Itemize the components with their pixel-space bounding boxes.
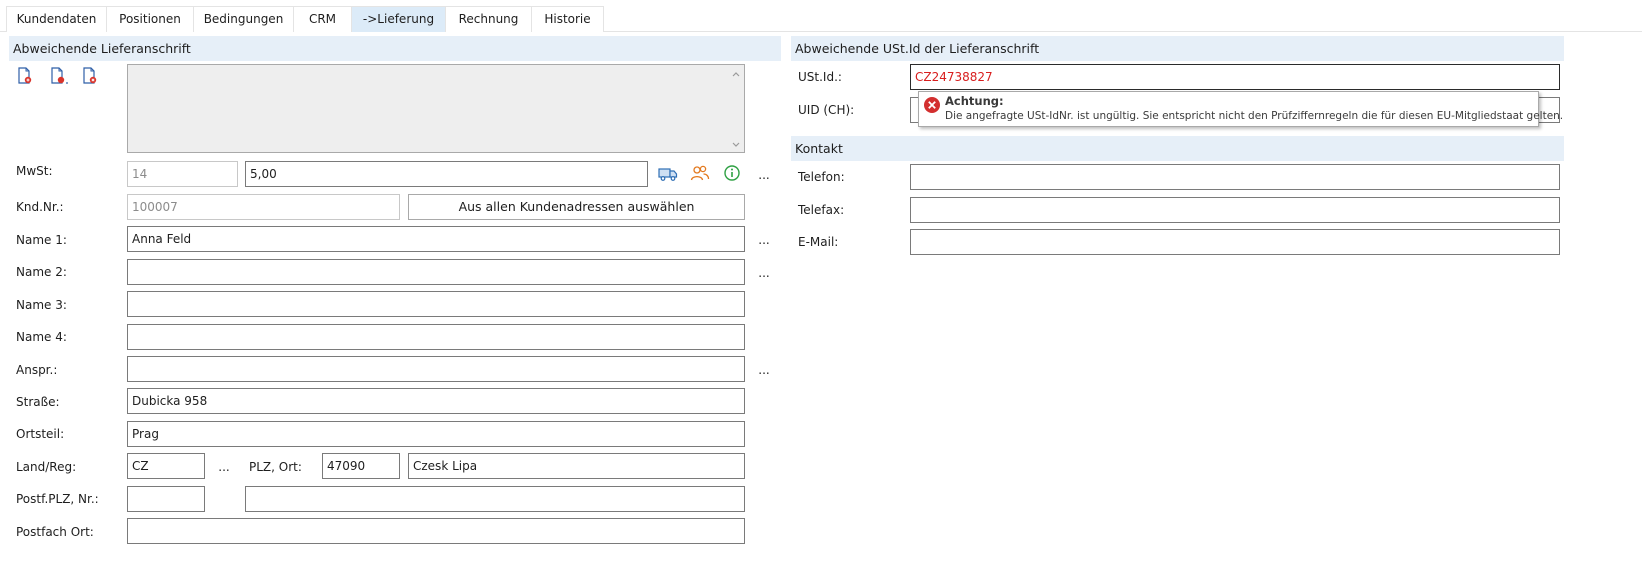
land-more-button[interactable]: ... [217,461,231,476]
section-header-ustid: Abweichende USt.Id der Lieferanschrift [791,36,1564,61]
section-header-kontakt: Kontakt [791,136,1564,161]
document-delete-icon[interactable] [81,67,99,85]
telefax-label: Telefax: [798,203,845,217]
plz-field[interactable]: 47090 [322,453,400,479]
document-edit-icon[interactable] [49,67,69,85]
tab-positionen[interactable]: Positionen [106,6,194,32]
error-icon [923,96,941,114]
kndnr-field[interactable]: 100007 [127,194,400,220]
name3-label: Name 3: [16,298,67,312]
ortsteil-field[interactable]: Prag [127,421,745,447]
landreg-label: Land/Reg: [16,460,77,474]
document-add-icon[interactable] [16,67,34,85]
validation-tooltip: Achtung: Die angefragte USt-IdNr. ist un… [918,91,1563,127]
telefax-field[interactable] [910,197,1560,223]
name1-label: Name 1: [16,233,67,247]
ort-field[interactable]: Czesk Lipa [408,453,745,479]
email-label: E-Mail: [798,235,839,249]
postf-nr-field[interactable] [245,486,745,512]
tab-bedingungen[interactable]: Bedingungen [193,6,294,32]
truck-icon[interactable] [658,165,678,183]
section-header-lieferanschrift: Abweichende Lieferanschrift [9,36,781,61]
telefon-field[interactable] [910,164,1560,190]
tab-historie[interactable]: Historie [531,6,604,32]
mwst-more-button[interactable]: ... [757,169,771,184]
tab-rechnung[interactable]: Rechnung [445,6,532,32]
mwst-label: MwSt: [16,164,53,178]
name2-label: Name 2: [16,265,67,279]
plzort-label: PLZ, Ort: [249,460,302,474]
tab-kundendaten[interactable]: Kundendaten [6,6,107,32]
name3-field[interactable] [127,291,745,317]
scroll-down-icon[interactable] [731,139,741,149]
telefon-label: Telefon: [798,170,845,184]
postf-label: Postf.PLZ, Nr.: [16,492,99,506]
uid-label: UID (CH): [798,103,855,117]
strasse-field[interactable]: Dubicka 958 [127,388,745,414]
anspr-label: Anspr.: [16,363,58,377]
tooltip-message: Die angefragte USt-IdNr. ist ungültig. S… [945,110,1564,122]
name2-field[interactable] [127,259,745,285]
tooltip-title: Achtung: [945,94,1004,108]
postfach-ort-field[interactable] [127,518,745,544]
ustid-label: USt.Id.: [798,70,842,84]
tab-crm[interactable]: CRM [293,6,352,32]
email-field[interactable] [910,229,1560,255]
tab-bar: Kundendaten Positionen Bedingungen CRM -… [0,0,1642,32]
scroll-up-icon[interactable] [731,68,741,78]
name1-field[interactable]: Anna Feld [127,226,745,252]
strasse-label: Straße: [16,395,60,409]
ortsteil-label: Ortsteil: [16,427,65,441]
kndnr-label: Knd.Nr.: [16,200,64,214]
mwst-rate-field[interactable]: 5,00 [245,161,648,187]
tab-lieferung[interactable]: ->Lieferung [351,6,446,32]
land-field[interactable]: CZ [127,453,205,479]
postfach-ort-label: Postfach Ort: [16,525,94,539]
anspr-more-button[interactable]: ... [757,364,771,379]
address-memo[interactable] [127,64,745,153]
contacts-icon[interactable] [690,164,710,182]
ustid-field[interactable]: CZ24738827 [910,64,1560,90]
name1-more-button[interactable]: ... [757,234,771,249]
info-icon[interactable] [723,164,741,182]
anspr-field[interactable] [127,356,745,382]
name4-field[interactable] [127,324,745,350]
select-address-button[interactable]: Aus allen Kundenadressen auswählen [408,194,745,220]
name4-label: Name 4: [16,330,67,344]
mwst-code-field[interactable]: 14 [127,161,238,187]
postf-plz-field[interactable] [127,486,205,512]
name2-more-button[interactable]: ... [757,267,771,282]
